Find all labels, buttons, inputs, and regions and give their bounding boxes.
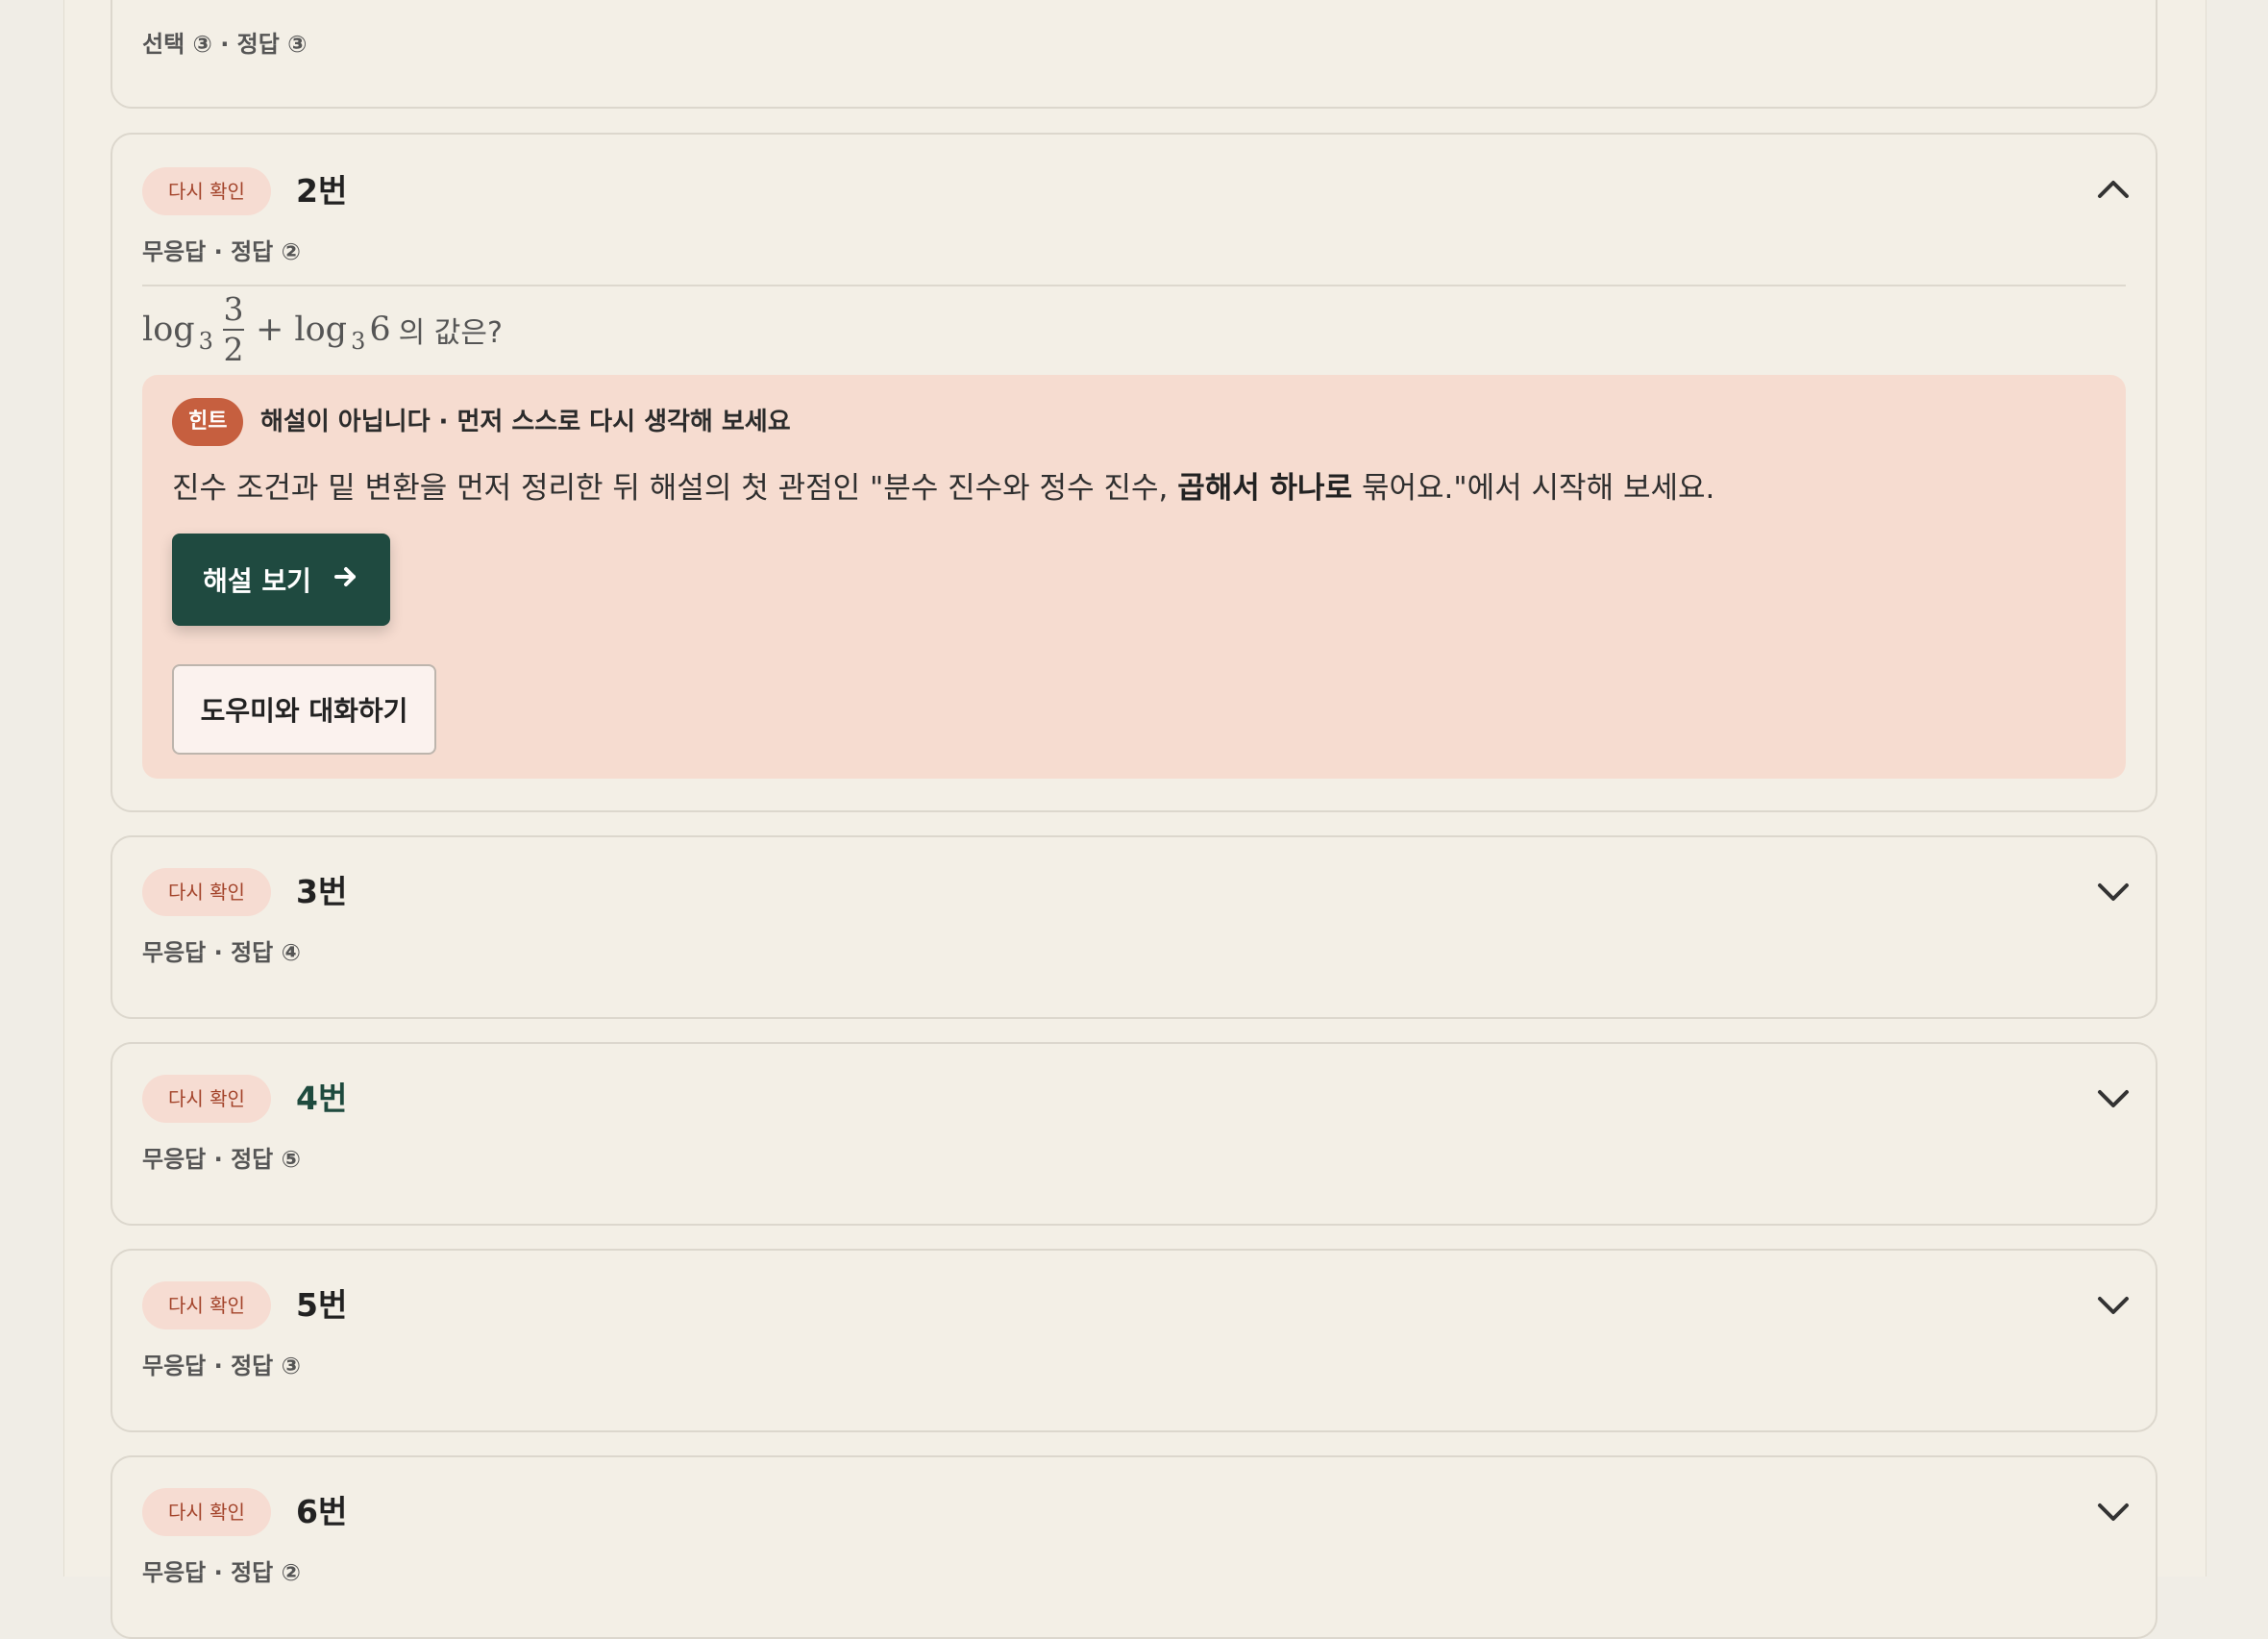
chevron-down-icon[interactable]	[2092, 1283, 2134, 1326]
question-card-6[interactable]: 다시 확인 6번 무응답 · 정답 ②	[111, 1455, 2157, 1639]
chevron-up-icon[interactable]	[2092, 169, 2134, 211]
log-base: 3	[351, 328, 366, 355]
arrow-right-icon	[333, 563, 359, 597]
review-badge: 다시 확인	[142, 868, 271, 916]
question-meta: 선택 ③ · 정답 ③	[142, 31, 308, 58]
question-number: 2번	[296, 172, 348, 210]
chevron-down-icon[interactable]	[2092, 1077, 2134, 1119]
hint-text-part: 진수 조건과 밑 변환을 먼저 정리한 뒤 해설의 첫 관점인 "분수 진수와 …	[172, 471, 1178, 506]
hint-text-part: 묶어요."에서 시작해 보세요.	[1352, 471, 1715, 506]
question-suffix: 의 값은?	[398, 316, 503, 350]
question-card-5[interactable]: 다시 확인 5번 무응답 · 정답 ③	[111, 1249, 2157, 1432]
fraction-numerator: 3	[223, 290, 244, 328]
view-solution-label: 해설 보기	[203, 565, 311, 597]
review-badge: 다시 확인	[142, 1488, 271, 1536]
question-text: log 3 3 2 + log 3 6 의 값은?	[142, 286, 503, 373]
question-number: 3번	[296, 873, 348, 910]
question-meta: 무응답 · 정답 ③	[142, 1353, 301, 1379]
question-card-1[interactable]: 선택 ③ · 정답 ③	[111, 0, 2157, 109]
chat-with-helper-button[interactable]: 도우미와 대화하기	[172, 664, 436, 755]
results-page: 선택 ③ · 정답 ③ 다시 확인 2번 무응답 · 정답 ② log 3 3 …	[63, 0, 2206, 1639]
view-solution-button[interactable]: 해설 보기	[172, 534, 390, 626]
review-badge: 다시 확인	[142, 167, 271, 215]
review-badge: 다시 확인	[142, 1075, 271, 1123]
question-meta: 무응답 · 정답 ②	[142, 1559, 301, 1586]
log-argument: 6	[369, 310, 391, 349]
fraction-denominator: 2	[223, 331, 244, 368]
question-card-3[interactable]: 다시 확인 3번 무응답 · 정답 ④	[111, 835, 2157, 1019]
review-badge: 다시 확인	[142, 1281, 271, 1329]
log-base: 3	[198, 328, 213, 355]
question-meta: 무응답 · 정답 ⑤	[142, 1146, 301, 1173]
question-card-2: 다시 확인 2번 무응답 · 정답 ② log 3 3 2 + log 3 6 …	[111, 133, 2157, 812]
question-number: 6번	[296, 1493, 348, 1530]
question-number: 5번	[296, 1286, 348, 1324]
hint-pill: 힌트	[172, 398, 244, 446]
question-meta: 무응답 · 정답 ②	[142, 238, 301, 265]
question-number: 4번	[296, 1080, 348, 1117]
question-card-4[interactable]: 다시 확인 4번 무응답 · 정답 ⑤	[111, 1042, 2157, 1226]
fraction: 3 2	[222, 290, 244, 369]
hint-title: 해설이 아닙니다 · 먼저 스스로 다시 생각해 보세요	[260, 408, 791, 436]
hint-text-bold: 곱해서 하나로	[1177, 471, 1353, 506]
log-symbol: log	[142, 310, 195, 349]
hint-panel: 힌트 해설이 아닙니다 · 먼저 스스로 다시 생각해 보세요 진수 조건과 밑…	[142, 375, 2126, 779]
plus-log: + log	[255, 310, 348, 349]
chevron-down-icon[interactable]	[2092, 870, 2134, 912]
question-meta: 무응답 · 정답 ④	[142, 939, 301, 966]
chevron-down-icon[interactable]	[2092, 1490, 2134, 1532]
hint-text: 진수 조건과 밑 변환을 먼저 정리한 뒤 해설의 첫 관점인 "분수 진수와 …	[172, 467, 1714, 509]
